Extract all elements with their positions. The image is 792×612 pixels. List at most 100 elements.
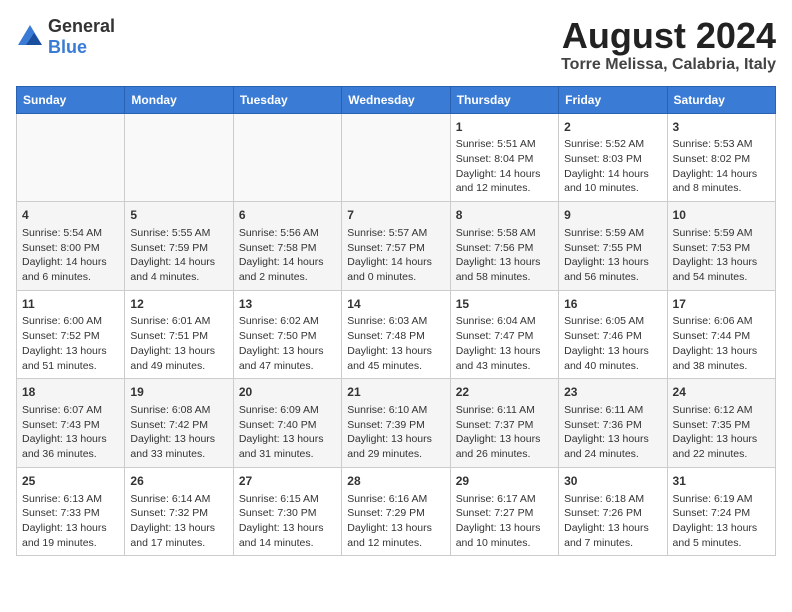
calendar-cell: 11Sunrise: 6:00 AM Sunset: 7:52 PM Dayli… — [17, 290, 125, 379]
day-number: 18 — [22, 384, 119, 401]
day-header-friday: Friday — [559, 86, 667, 113]
calendar-cell: 21 Sunrise: 6:10 AM Sunset: 7:39 PM Dayli… — [342, 379, 450, 468]
title-area: August 2024 Torre Melissa, Calabria, Ita… — [561, 16, 776, 74]
calendar-cell: 14Sunrise: 6:03 AM Sunset: 7:48 PM Dayli… — [342, 290, 450, 379]
calendar-cell: 18 Sunrise: 6:07 AM Sunset: 7:43 PM Dayli… — [17, 379, 125, 468]
cell-content: Sunrise: 6:02 AM Sunset: 7:50 PM Dayligh… — [239, 314, 336, 373]
calendar-cell — [233, 113, 341, 202]
calendar-cell — [342, 113, 450, 202]
cell-content: Sunrise: 5:59 AM Sunset: 7:55 PM Dayligh… — [564, 226, 661, 285]
day-number: 16 — [564, 296, 661, 313]
cell-content: Sunrise: 6:07 AM Sunset: 7:43 PM Dayligh… — [22, 403, 119, 462]
calendar-cell: 15Sunrise: 6:04 AM Sunset: 7:47 PM Dayli… — [450, 290, 558, 379]
calendar-cell: 2Sunrise: 5:52 AM Sunset: 8:03 PM Daylig… — [559, 113, 667, 202]
cell-content: Sunrise: 6:00 AM Sunset: 7:52 PM Dayligh… — [22, 314, 119, 373]
cell-content: Sunrise: 6:11 AM Sunset: 7:36 PM Dayligh… — [564, 403, 661, 462]
main-title: August 2024 — [561, 16, 776, 56]
logo-general: General — [48, 16, 115, 36]
calendar-cell: 4 Sunrise: 5:54 AM Sunset: 8:00 PM Daylig… — [17, 202, 125, 291]
day-number: 7 — [347, 207, 444, 224]
cell-content: Sunrise: 6:16 AM Sunset: 7:29 PM Dayligh… — [347, 492, 444, 551]
calendar-header: SundayMondayTuesdayWednesdayThursdayFrid… — [17, 86, 776, 113]
calendar-cell: 20Sunrise: 6:09 AM Sunset: 7:40 PM Dayli… — [233, 379, 341, 468]
day-number: 13 — [239, 296, 336, 313]
day-number: 10 — [673, 207, 770, 224]
calendar-cell — [17, 113, 125, 202]
calendar-cell: 7Sunrise: 5:57 AM Sunset: 7:57 PM Daylig… — [342, 202, 450, 291]
day-header-thursday: Thursday — [450, 86, 558, 113]
calendar-cell: 1Sunrise: 5:51 AM Sunset: 8:04 PM Daylig… — [450, 113, 558, 202]
calendar-cell: 27 Sunrise: 6:15 AM Sunset: 7:30 PM Dayli… — [233, 467, 341, 556]
cell-content: Sunrise: 6:05 AM Sunset: 7:46 PM Dayligh… — [564, 314, 661, 373]
calendar-cell: 13Sunrise: 6:02 AM Sunset: 7:50 PM Dayli… — [233, 290, 341, 379]
day-number: 26 — [130, 473, 227, 490]
day-number: 15 — [456, 296, 553, 313]
calendar-table: SundayMondayTuesdayWednesdayThursdayFrid… — [16, 86, 776, 557]
cell-content: Sunrise: 6:14 AM Sunset: 7:32 PM Dayligh… — [130, 492, 227, 551]
calendar-cell: 10 Sunrise: 5:59 AM Sunset: 7:53 PM Dayli… — [667, 202, 775, 291]
subtitle: Torre Melissa, Calabria, Italy — [561, 56, 776, 74]
day-number: 8 — [456, 207, 553, 224]
calendar-cell: 9 Sunrise: 5:59 AM Sunset: 7:55 PM Daylig… — [559, 202, 667, 291]
day-number: 19 — [130, 384, 227, 401]
calendar-cell — [125, 113, 233, 202]
day-number: 1 — [456, 119, 553, 136]
day-number: 17 — [673, 296, 770, 313]
cell-content: Sunrise: 5:53 AM Sunset: 8:02 PM Dayligh… — [673, 137, 770, 196]
cell-content: Sunrise: 6:09 AM Sunset: 7:40 PM Dayligh… — [239, 403, 336, 462]
day-number: 9 — [564, 207, 661, 224]
cell-content: Sunrise: 5:54 AM Sunset: 8:00 PM Dayligh… — [22, 226, 119, 285]
calendar-cell: 5Sunrise: 5:55 AM Sunset: 7:59 PM Daylig… — [125, 202, 233, 291]
day-number: 23 — [564, 384, 661, 401]
day-header-sunday: Sunday — [17, 86, 125, 113]
cell-content: Sunrise: 5:51 AM Sunset: 8:04 PM Dayligh… — [456, 137, 553, 196]
day-number: 12 — [130, 296, 227, 313]
day-header-wednesday: Wednesday — [342, 86, 450, 113]
cell-content: Sunrise: 5:56 AM Sunset: 7:58 PM Dayligh… — [239, 226, 336, 285]
cell-content: Sunrise: 6:08 AM Sunset: 7:42 PM Dayligh… — [130, 403, 227, 462]
week-row-4: 18 Sunrise: 6:07 AM Sunset: 7:43 PM Dayli… — [17, 379, 776, 468]
day-number: 27 — [239, 473, 336, 490]
day-number: 6 — [239, 207, 336, 224]
week-row-2: 4 Sunrise: 5:54 AM Sunset: 8:00 PM Daylig… — [17, 202, 776, 291]
day-header-monday: Monday — [125, 86, 233, 113]
cell-content: Sunrise: 6:01 AM Sunset: 7:51 PM Dayligh… — [130, 314, 227, 373]
calendar-cell: 31Sunrise: 6:19 AM Sunset: 7:24 PM Dayli… — [667, 467, 775, 556]
cell-content: Sunrise: 6:03 AM Sunset: 7:48 PM Dayligh… — [347, 314, 444, 373]
day-number: 21 — [347, 384, 444, 401]
week-row-1: 1Sunrise: 5:51 AM Sunset: 8:04 PM Daylig… — [17, 113, 776, 202]
day-number: 14 — [347, 296, 444, 313]
day-number: 22 — [456, 384, 553, 401]
cell-content: Sunrise: 6:15 AM Sunset: 7:30 PM Dayligh… — [239, 492, 336, 551]
header: General Blue August 2024 Torre Melissa, … — [16, 16, 776, 74]
calendar-cell: 17Sunrise: 6:06 AM Sunset: 7:44 PM Dayli… — [667, 290, 775, 379]
day-header-tuesday: Tuesday — [233, 86, 341, 113]
calendar-cell: 26 Sunrise: 6:14 AM Sunset: 7:32 PM Dayli… — [125, 467, 233, 556]
day-number: 5 — [130, 207, 227, 224]
calendar-cell: 25Sunrise: 6:13 AM Sunset: 7:33 PM Dayli… — [17, 467, 125, 556]
calendar-cell: 8Sunrise: 5:58 AM Sunset: 7:56 PM Daylig… — [450, 202, 558, 291]
logo-blue: Blue — [48, 37, 87, 57]
day-number: 28 — [347, 473, 444, 490]
day-number: 30 — [564, 473, 661, 490]
cell-content: Sunrise: 6:04 AM Sunset: 7:47 PM Dayligh… — [456, 314, 553, 373]
calendar-cell: 29Sunrise: 6:17 AM Sunset: 7:27 PM Dayli… — [450, 467, 558, 556]
day-number: 29 — [456, 473, 553, 490]
calendar-body: 1Sunrise: 5:51 AM Sunset: 8:04 PM Daylig… — [17, 113, 776, 556]
cell-content: Sunrise: 6:13 AM Sunset: 7:33 PM Dayligh… — [22, 492, 119, 551]
cell-content: Sunrise: 5:59 AM Sunset: 7:53 PM Dayligh… — [673, 226, 770, 285]
week-row-3: 11Sunrise: 6:00 AM Sunset: 7:52 PM Dayli… — [17, 290, 776, 379]
calendar-cell: 3Sunrise: 5:53 AM Sunset: 8:02 PM Daylig… — [667, 113, 775, 202]
calendar-cell: 12Sunrise: 6:01 AM Sunset: 7:51 PM Dayli… — [125, 290, 233, 379]
header-row: SundayMondayTuesdayWednesdayThursdayFrid… — [17, 86, 776, 113]
calendar-cell: 28 Sunrise: 6:16 AM Sunset: 7:29 PM Dayli… — [342, 467, 450, 556]
cell-content: Sunrise: 6:06 AM Sunset: 7:44 PM Dayligh… — [673, 314, 770, 373]
day-number: 11 — [22, 296, 119, 313]
cell-content: Sunrise: 6:12 AM Sunset: 7:35 PM Dayligh… — [673, 403, 770, 462]
cell-content: Sunrise: 6:11 AM Sunset: 7:37 PM Dayligh… — [456, 403, 553, 462]
calendar-cell: 23 Sunrise: 6:11 AM Sunset: 7:36 PM Dayli… — [559, 379, 667, 468]
cell-content: Sunrise: 6:10 AM Sunset: 7:39 PM Dayligh… — [347, 403, 444, 462]
calendar-cell: 19 Sunrise: 6:08 AM Sunset: 7:42 PM Dayli… — [125, 379, 233, 468]
cell-content: Sunrise: 6:19 AM Sunset: 7:24 PM Dayligh… — [673, 492, 770, 551]
day-number: 4 — [22, 207, 119, 224]
